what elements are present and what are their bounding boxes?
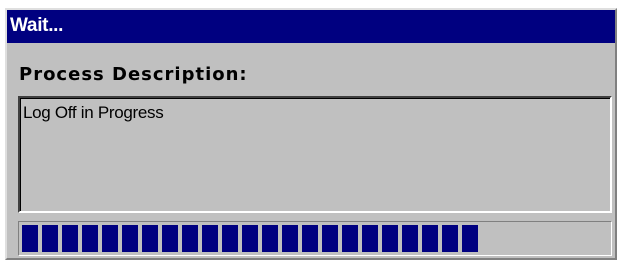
progress-bar	[18, 221, 612, 256]
progress-segment	[202, 225, 218, 252]
progress-segment	[22, 225, 38, 252]
process-description-box: Log Off in Progress	[18, 96, 612, 213]
progress-segment	[62, 225, 78, 252]
progress-segment	[142, 225, 158, 252]
progress-segment	[422, 225, 438, 252]
progress-segment	[162, 225, 178, 252]
progress-segment	[462, 225, 478, 252]
progress-segment	[342, 225, 358, 252]
wait-dialog: Wait... Process Description: Log Off in …	[5, 8, 617, 260]
progress-segment	[302, 225, 318, 252]
progress-segment	[262, 225, 278, 252]
progress-segment	[82, 225, 98, 252]
progress-segment	[222, 225, 238, 252]
process-description-text: Log Off in Progress	[23, 103, 164, 122]
progress-segment	[122, 225, 138, 252]
progress-segment	[322, 225, 338, 252]
progress-segment	[382, 225, 398, 252]
progress-segment	[362, 225, 378, 252]
progress-segment	[102, 225, 118, 252]
progress-segment	[42, 225, 58, 252]
progress-segment	[402, 225, 418, 252]
progress-segment	[442, 225, 458, 252]
progress-bar-fill	[22, 225, 497, 252]
progress-segment	[282, 225, 298, 252]
title-bar[interactable]: Wait...	[7, 10, 615, 43]
progress-segment	[182, 225, 198, 252]
progress-segment	[242, 225, 258, 252]
window-title: Wait...	[10, 15, 64, 36]
process-description-label: Process Description:	[19, 64, 248, 85]
